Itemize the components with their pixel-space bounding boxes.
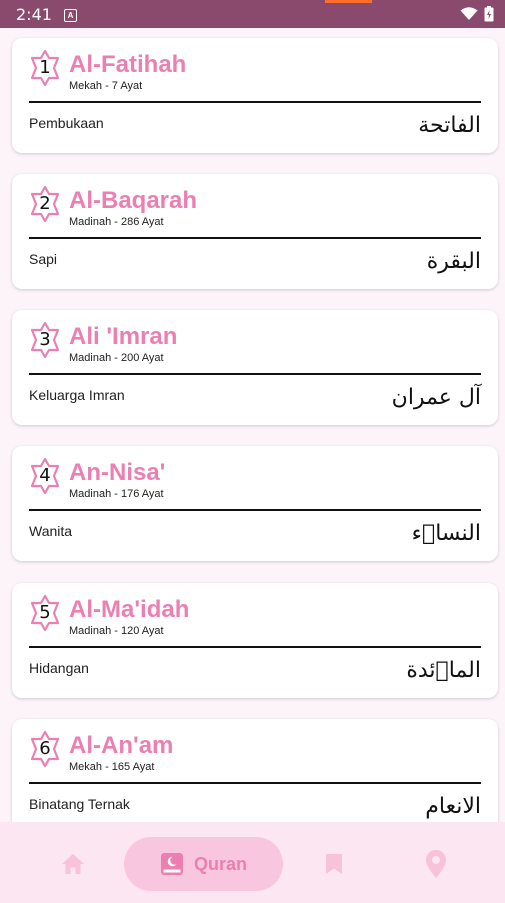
divider [29,373,481,375]
bottom-nav: Quran [0,822,505,903]
surah-name: Al-Ma'idah [69,596,190,623]
status-time: 2:41 [16,5,52,24]
surah-arabic-name: الفاتحة [418,113,481,138]
divider [29,782,481,784]
surah-info: Madinah - 200 Ayat [69,352,164,364]
nav-home[interactable] [45,837,101,891]
home-icon [62,854,84,874]
status-bar: 2:41 A [0,0,505,28]
surah-meaning: Hidangan [29,660,89,676]
surah-number-badge: 3 [30,322,60,358]
surah-number: 3 [39,329,51,350]
surah-meaning: Wanita [29,523,73,539]
surah-name: Al-An'am [69,732,174,759]
nav-quran[interactable]: Quran [124,837,283,891]
surah-number-badge: 4 [30,458,60,494]
surah-meaning: Keluarga Imran [29,387,125,403]
surah-card[interactable]: 3 Ali 'Imran Madinah - 200 Ayat Keluarga… [12,310,498,425]
surah-number: 4 [39,465,51,486]
surah-info: Madinah - 120 Ayat [69,625,164,637]
surah-arabic-name: الماۤئدة [406,658,481,683]
location-pin-icon [426,850,446,878]
surah-card[interactable]: 4 An-Nisa' Madinah - 176 Ayat Wanita الن… [12,446,498,561]
surah-card[interactable]: 2 Al-Baqarah Madinah - 286 Ayat Sapi الب… [12,174,498,289]
surah-name: Al-Baqarah [69,187,198,214]
surah-list[interactable]: 1 Al-Fatihah Mekah - 7 Ayat Pembukaan ال… [0,28,505,822]
surah-number: 5 [39,602,51,623]
surah-card[interactable]: 6 Al-An'am Mekah - 165 Ayat Binatang Ter… [12,719,498,822]
surah-number: 1 [39,57,51,78]
surah-arabic-name: الانعام [425,794,481,819]
nav-quran-label: Quran [193,853,247,874]
divider [29,509,481,511]
surah-number-badge: 6 [30,731,60,767]
surah-arabic-name: البقرة [426,249,481,274]
surah-number-badge: 1 [30,50,60,86]
surah-info: Madinah - 176 Ayat [69,488,164,500]
surah-number: 2 [39,193,51,214]
surah-info: Mekah - 165 Ayat [69,761,155,773]
notification-icon: A [64,9,77,22]
surah-number-badge: 5 [30,595,60,631]
surah-meaning: Sapi [29,251,58,267]
quran-book-icon [160,853,183,875]
nav-bookmark[interactable] [306,837,362,891]
surah-info: Madinah - 286 Ayat [69,216,164,228]
surah-card[interactable]: 1 Al-Fatihah Mekah - 7 Ayat Pembukaan ال… [12,38,498,153]
surah-card[interactable]: 5 Al-Ma'idah Madinah - 120 Ayat Hidangan… [12,583,498,698]
divider [29,237,481,239]
battery-icon [484,6,494,22]
camera-indicator [325,0,372,3]
nav-location[interactable] [408,837,464,891]
surah-info: Mekah - 7 Ayat [69,80,143,92]
surah-name: Ali 'Imran [69,323,178,350]
surah-number-badge: 2 [30,186,60,222]
surah-name: Al-Fatihah [69,51,187,78]
surah-arabic-name: النساۤء [411,521,481,546]
divider [29,101,481,103]
surah-meaning: Pembukaan [29,115,104,131]
surah-name: An-Nisa' [69,459,166,486]
divider [29,646,481,648]
surah-arabic-name: آل عمران [391,385,481,410]
wifi-icon [460,7,478,20]
surah-number: 6 [39,738,51,759]
surah-meaning: Binatang Ternak [29,796,130,812]
bookmark-icon [326,854,342,874]
